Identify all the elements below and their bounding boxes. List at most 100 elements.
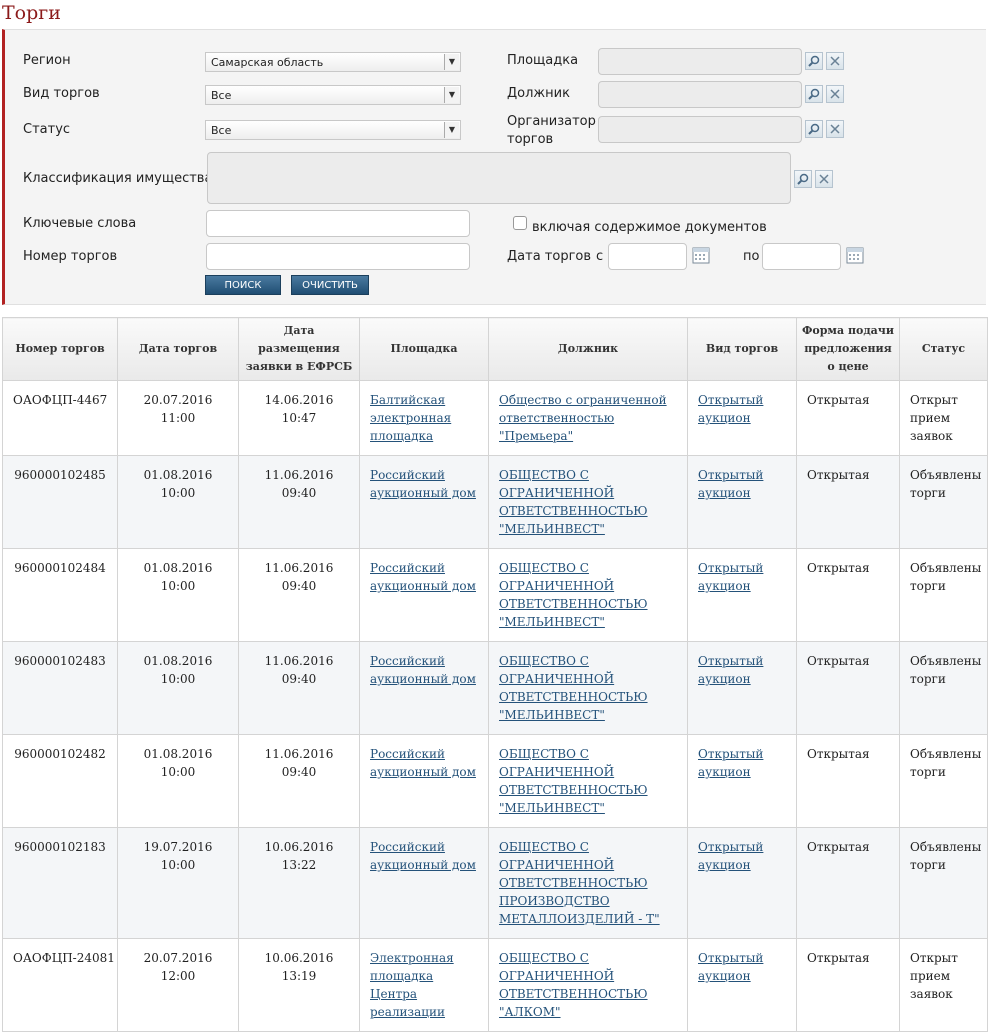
region-select-value: Самарская область — [211, 56, 324, 69]
debtor-cell: ОБЩЕСТВО С ОГРАНИЧЕННОЙ ОТВЕТСТВЕННОСТЬЮ… — [488, 548, 688, 642]
debtor-cell: ОБЩЕСТВО С ОГРАНИЧЕННОЙ ОТВЕТСТВЕННОСТЬЮ… — [488, 827, 688, 939]
classification-label: Классификация имущества — [23, 171, 213, 186]
platform-link[interactable]: Электронная площадка Центра реализации — [370, 951, 454, 1019]
trade-type-link[interactable]: Открытый аукцион — [698, 747, 763, 779]
trade-type-link[interactable]: Открытый аукцион — [698, 393, 763, 425]
debtor-link[interactable]: ОБЩЕСТВО С ОГРАНИЧЕННОЙ ОТВЕТСТВЕННОСТЬЮ… — [499, 561, 648, 629]
platform-cell: Российский аукционный дом — [359, 548, 489, 642]
platform-link[interactable]: Балтийская электронная площадка — [370, 393, 451, 443]
column-header[interactable]: Вид торгов — [687, 317, 797, 381]
posted-date-cell: 11.06.2016 09:40 — [238, 641, 360, 735]
column-header[interactable]: Форма подачи предложения о цене — [796, 317, 900, 381]
classification-search-button[interactable] — [794, 170, 812, 188]
platform-cell: Российский аукционный дом — [359, 827, 489, 939]
trade-type-select[interactable]: Все ▼ — [205, 85, 461, 105]
platform-cell: Балтийская электронная площадка — [359, 380, 489, 456]
price-form-cell: Открытая — [796, 548, 900, 642]
keywords-input[interactable] — [206, 210, 470, 237]
debtor-cell: Общество с ограниченной ответственностью… — [488, 380, 688, 456]
column-header[interactable]: Дата размещения заявки в ЕФРСБ — [238, 317, 360, 381]
debtor-link[interactable]: Общество с ограниченной ответственностью… — [499, 393, 667, 443]
trade-type-cell: Открытый аукцион — [687, 641, 797, 735]
platform-field[interactable] — [598, 48, 802, 75]
status-cell: Открыт прием заявок — [899, 938, 988, 1032]
debtor-clear-button[interactable] — [826, 85, 844, 103]
date-from-calendar-button[interactable] — [692, 246, 710, 264]
classification-field[interactable] — [207, 152, 791, 204]
magnifier-icon — [797, 173, 809, 185]
date-to-input[interactable] — [762, 243, 841, 270]
organizer-search-button[interactable] — [805, 120, 823, 138]
platform-clear-button[interactable] — [826, 52, 844, 70]
status-select[interactable]: Все ▼ — [205, 120, 461, 140]
trade-type-link[interactable]: Открытый аукцион — [698, 951, 763, 983]
table-row: ОАОФЦП-4467 20.07.2016 11:00 14.06.2016 … — [2, 380, 988, 456]
column-header[interactable]: Площадка — [359, 317, 489, 381]
trade-date-cell: 01.08.2016 10:00 — [117, 548, 239, 642]
debtor-cell: ОБЩЕСТВО С ОГРАНИЧЕННОЙ ОТВЕТСТВЕННОСТЬЮ… — [488, 734, 688, 828]
trade-type-cell: Открытый аукцион — [687, 380, 797, 456]
platform-link[interactable]: Российский аукционный дом — [370, 468, 476, 500]
price-form-cell: Открытая — [796, 938, 900, 1032]
trade-type-link[interactable]: Открытый аукцион — [698, 561, 763, 593]
clear-button[interactable]: ОЧИСТИТЬ — [291, 275, 369, 295]
column-header[interactable]: Дата торгов — [117, 317, 239, 381]
debtor-label: Должник — [507, 86, 570, 101]
status-cell: Объявлены торги — [899, 641, 988, 735]
page-title: Торги — [2, 2, 61, 24]
trade-type-link[interactable]: Открытый аукцион — [698, 468, 763, 500]
trade-date-label: Дата торгов — [507, 249, 592, 264]
posted-date-cell: 11.06.2016 09:40 — [238, 455, 360, 549]
platform-search-button[interactable] — [805, 52, 823, 70]
platform-link[interactable]: Российский аукционный дом — [370, 747, 476, 779]
calendar-icon — [846, 247, 864, 264]
column-header[interactable]: Должник — [488, 317, 688, 381]
trade-date-cell: 20.07.2016 11:00 — [117, 380, 239, 456]
debtor-link[interactable]: ОБЩЕСТВО С ОГРАНИЧЕННОЙ ОТВЕТСТВЕННОСТЬЮ… — [499, 747, 648, 815]
platform-link[interactable]: Российский аукционный дом — [370, 654, 476, 686]
include-docs-checkbox[interactable] — [513, 216, 527, 230]
date-to-calendar-button[interactable] — [846, 246, 864, 264]
debtor-link[interactable]: ОБЩЕСТВО С ОГРАНИЧЕННОЙ ОТВЕТСТВЕННОСТЬЮ… — [499, 654, 648, 722]
status-cell: Объявлены торги — [899, 548, 988, 642]
table-row: 960000102483 01.08.2016 10:00 11.06.2016… — [2, 641, 988, 735]
status-cell: Объявлены торги — [899, 455, 988, 549]
magnifier-icon — [808, 55, 820, 67]
column-header[interactable]: Статус — [899, 317, 988, 381]
platform-link[interactable]: Российский аукционный дом — [370, 561, 476, 593]
trade-date-cell: 01.08.2016 10:00 — [117, 734, 239, 828]
dropdown-arrow-icon: ▼ — [444, 122, 459, 138]
region-select[interactable]: Самарская область ▼ — [205, 52, 461, 72]
debtor-link[interactable]: ОБЩЕСТВО С ОГРАНИЧЕННОЙ ОТВЕТСТВЕННОСТЬЮ… — [499, 468, 648, 536]
trade-type-label: Вид торгов — [23, 86, 100, 101]
organizer-clear-button[interactable] — [826, 120, 844, 138]
debtor-field[interactable] — [598, 81, 802, 108]
dropdown-arrow-icon: ▼ — [444, 54, 459, 70]
column-header[interactable]: Номер торгов — [2, 317, 118, 381]
debtor-link[interactable]: ОБЩЕСТВО С ОГРАНИЧЕННОЙ ОТВЕТСТВЕННОСТЬЮ… — [499, 840, 660, 926]
calendar-icon — [692, 247, 710, 264]
trade-number-label: Номер торгов — [23, 249, 118, 264]
status-cell: Открыт прием заявок — [899, 380, 988, 456]
classification-clear-button[interactable] — [815, 170, 833, 188]
trade-type-link[interactable]: Открытый аукцион — [698, 840, 763, 872]
posted-date-cell: 10.06.2016 13:22 — [238, 827, 360, 939]
platform-cell: Электронная площадка Центра реализации — [359, 938, 489, 1032]
search-button[interactable]: ПОИСК — [205, 275, 281, 295]
trade-date-cell: 20.07.2016 12:00 — [117, 938, 239, 1032]
posted-date-cell: 11.06.2016 09:40 — [238, 548, 360, 642]
debtor-link[interactable]: ОБЩЕСТВО С ОГРАНИЧЕННОЙ ОТВЕТСТВЕННОСТЬЮ… — [499, 951, 648, 1019]
trade-number-cell: ОАОФЦП-4467 — [2, 380, 118, 456]
platform-link[interactable]: Российский аукционный дом — [370, 840, 476, 872]
trade-type-cell: Открытый аукцион — [687, 455, 797, 549]
include-docs-label: включая содержимое документов — [532, 220, 767, 235]
debtor-cell: ОБЩЕСТВО С ОГРАНИЧЕННОЙ ОТВЕТСТВЕННОСТЬЮ… — [488, 455, 688, 549]
debtor-search-button[interactable] — [805, 85, 823, 103]
close-icon — [819, 174, 829, 184]
trade-type-link[interactable]: Открытый аукцион — [698, 654, 763, 686]
date-from-input[interactable] — [608, 243, 687, 270]
close-icon — [830, 56, 840, 66]
table-row: 960000102183 19.07.2016 10:00 10.06.2016… — [2, 827, 988, 939]
trade-number-input[interactable] — [206, 243, 470, 270]
organizer-field[interactable] — [598, 116, 802, 143]
